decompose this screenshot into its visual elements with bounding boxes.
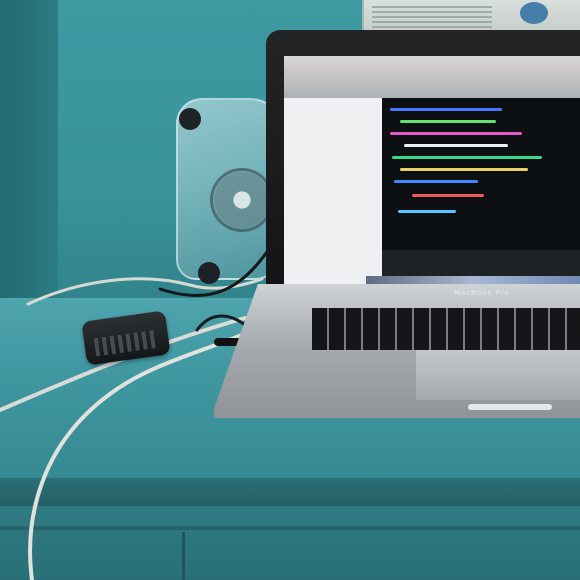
code-line [412, 194, 484, 197]
code-line [404, 144, 508, 147]
trackpad [416, 350, 580, 400]
code-line [394, 180, 478, 183]
code-line [392, 156, 542, 159]
code-editor [382, 98, 580, 250]
code-line [400, 168, 528, 171]
code-line [390, 108, 502, 111]
photo-scene: MacBook Pro [0, 0, 580, 580]
white-cable-3 [26, 277, 264, 306]
laptop-keyboard [312, 308, 580, 350]
code-line [398, 210, 456, 213]
laptop-brand-label: MacBook Pro [454, 289, 510, 297]
code-line [390, 132, 522, 135]
phone-keypad [93, 329, 160, 357]
laptop-display [284, 56, 580, 290]
file-sidebar [284, 98, 382, 290]
sleep-indicator-light [468, 404, 552, 410]
browser-toolbar [284, 56, 580, 98]
code-line [400, 120, 496, 123]
